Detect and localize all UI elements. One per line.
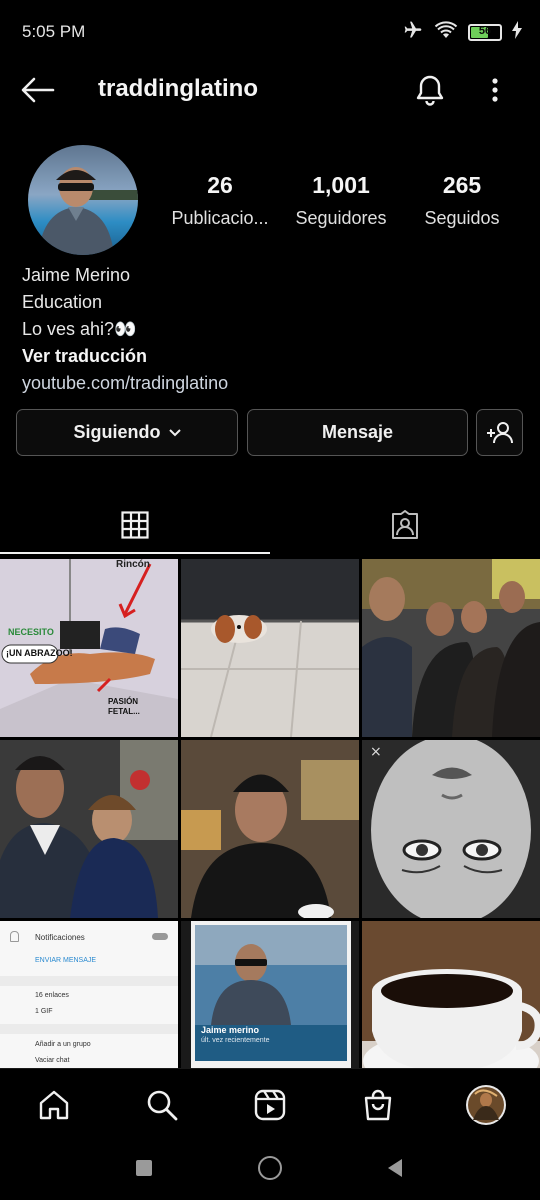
status-time: 5:05 PM — [22, 22, 86, 41]
cartoon-caption-hug: ¡UN ABRAZOO! — [6, 648, 73, 658]
suggest-people-button[interactable] — [476, 409, 523, 456]
nav-search[interactable] — [140, 1083, 184, 1127]
following-button-label: Siguiendo — [73, 422, 161, 442]
back-triangle-icon — [388, 1159, 402, 1177]
stat-following[interactable]: 265 Seguidos — [402, 172, 522, 229]
cartoon-caption-need: NECESITO — [8, 627, 54, 637]
profile-stats: 26 Publicacio... 1,001 Seguidores 265 Se… — [160, 172, 530, 242]
stat-posts[interactable]: 26 Publicacio... — [160, 172, 280, 229]
home-button[interactable] — [258, 1156, 282, 1180]
notifications-button[interactable] — [410, 70, 450, 110]
settings-gif-label: 1 GIF — [35, 1008, 53, 1015]
bio-name: Jaime Merino — [22, 265, 131, 285]
airplane-icon — [402, 20, 424, 45]
chevron-down-icon — [168, 428, 181, 436]
status-icons: 56 — [402, 20, 522, 45]
post-thumbnail[interactable] — [181, 740, 359, 918]
active-tab-indicator — [0, 552, 270, 554]
post-thumbnail[interactable] — [362, 559, 540, 737]
settings-add-group-label: Añadir a un grupo — [35, 1041, 91, 1048]
nav-reels[interactable] — [248, 1083, 292, 1127]
nav-home[interactable] — [32, 1083, 76, 1127]
phone-contact-status: últ. vez recientemente — [201, 1037, 270, 1044]
tab-posts-grid[interactable] — [0, 495, 270, 555]
tagged-user-icon — [392, 510, 418, 539]
posts-grid: Rincón NECESITO ¡UN ABRAZOO! PASIÓN FETA… — [0, 559, 540, 1069]
bio-category: Education — [22, 292, 103, 312]
shopping-bag-icon — [364, 1089, 392, 1121]
nav-shop[interactable] — [356, 1083, 400, 1127]
following-button[interactable]: Siguiendo — [16, 409, 238, 456]
status-bar: 5:05 PM 56 — [0, 0, 540, 62]
post-thumbnail[interactable]: Notificaciones ENVIAR MENSAJE 16 enlaces… — [0, 921, 178, 1069]
post-thumbnail[interactable] — [362, 921, 540, 1069]
more-options-button[interactable] — [478, 70, 512, 110]
wifi-icon — [434, 20, 458, 45]
phone-contact-name: Jaime merino — [201, 1025, 260, 1035]
post-thumbnail[interactable] — [0, 740, 178, 918]
reels-icon — [254, 1089, 286, 1121]
message-button-label: Mensaje — [321, 422, 394, 442]
tab-tagged[interactable] — [270, 495, 540, 555]
home-icon — [39, 1090, 69, 1120]
stat-posts-label: Publicacio... — [171, 208, 269, 228]
back-system-button[interactable] — [386, 1158, 404, 1183]
settings-clear-chat-label: Vaciar chat — [35, 1057, 70, 1064]
post-thumbnail[interactable]: × — [362, 740, 540, 918]
settings-send-message-label: ENVIAR MENSAJE — [35, 957, 97, 964]
battery-level: 56 — [478, 25, 492, 37]
profile-header: traddinglatino — [0, 62, 540, 118]
profile-avatar-icon — [466, 1085, 506, 1125]
back-arrow-icon — [21, 77, 55, 103]
see-translation-link[interactable]: Ver traducción — [22, 343, 522, 370]
message-button[interactable]: Mensaje — [247, 409, 468, 456]
grid-icon — [121, 511, 149, 539]
svg-text:×: × — [370, 744, 382, 760]
search-icon — [147, 1090, 178, 1121]
stat-following-count: 265 — [442, 172, 482, 198]
bio-text: Lo ves ahi?👀 — [22, 319, 137, 339]
add-person-icon — [486, 421, 513, 443]
charging-icon — [512, 21, 522, 44]
profile-bio: Jaime Merino Education Lo ves ahi?👀 Ver … — [22, 262, 522, 397]
more-vertical-icon — [492, 78, 498, 102]
settings-notifications-label: Notificaciones — [35, 933, 85, 942]
recent-apps-button[interactable] — [136, 1160, 152, 1176]
nav-profile[interactable] — [464, 1083, 508, 1127]
bell-icon — [416, 75, 444, 106]
profile-avatar[interactable] — [28, 145, 138, 255]
bio-website-link[interactable]: youtube.com/tradinglatino — [22, 370, 522, 397]
system-navigation-bar — [0, 1138, 540, 1200]
bottom-nav — [0, 1068, 540, 1138]
stat-following-label: Seguidos — [424, 208, 500, 228]
stat-followers-count: 1,001 — [312, 172, 370, 198]
post-thumbnail[interactable]: Jaime merino últ. vez recientemente — [181, 921, 359, 1069]
back-button[interactable] — [18, 72, 58, 108]
stat-followers[interactable]: 1,001 Seguidores — [281, 172, 401, 229]
cartoon-caption-top: Rincón — [116, 559, 150, 570]
post-thumbnail[interactable]: Rincón NECESITO ¡UN ABRAZOO! PASIÓN FETA… — [0, 559, 178, 737]
stat-posts-count: 26 — [207, 172, 233, 198]
cartoon-caption-passion: PASIÓN FETAL... — [108, 697, 140, 716]
profile-tabs — [0, 495, 540, 555]
settings-links-label: 16 enlaces — [35, 992, 69, 999]
battery-icon: 56 — [468, 24, 502, 41]
profile-username: traddinglatino — [98, 75, 258, 102]
post-thumbnail[interactable] — [181, 559, 359, 737]
stat-followers-label: Seguidores — [295, 208, 387, 228]
